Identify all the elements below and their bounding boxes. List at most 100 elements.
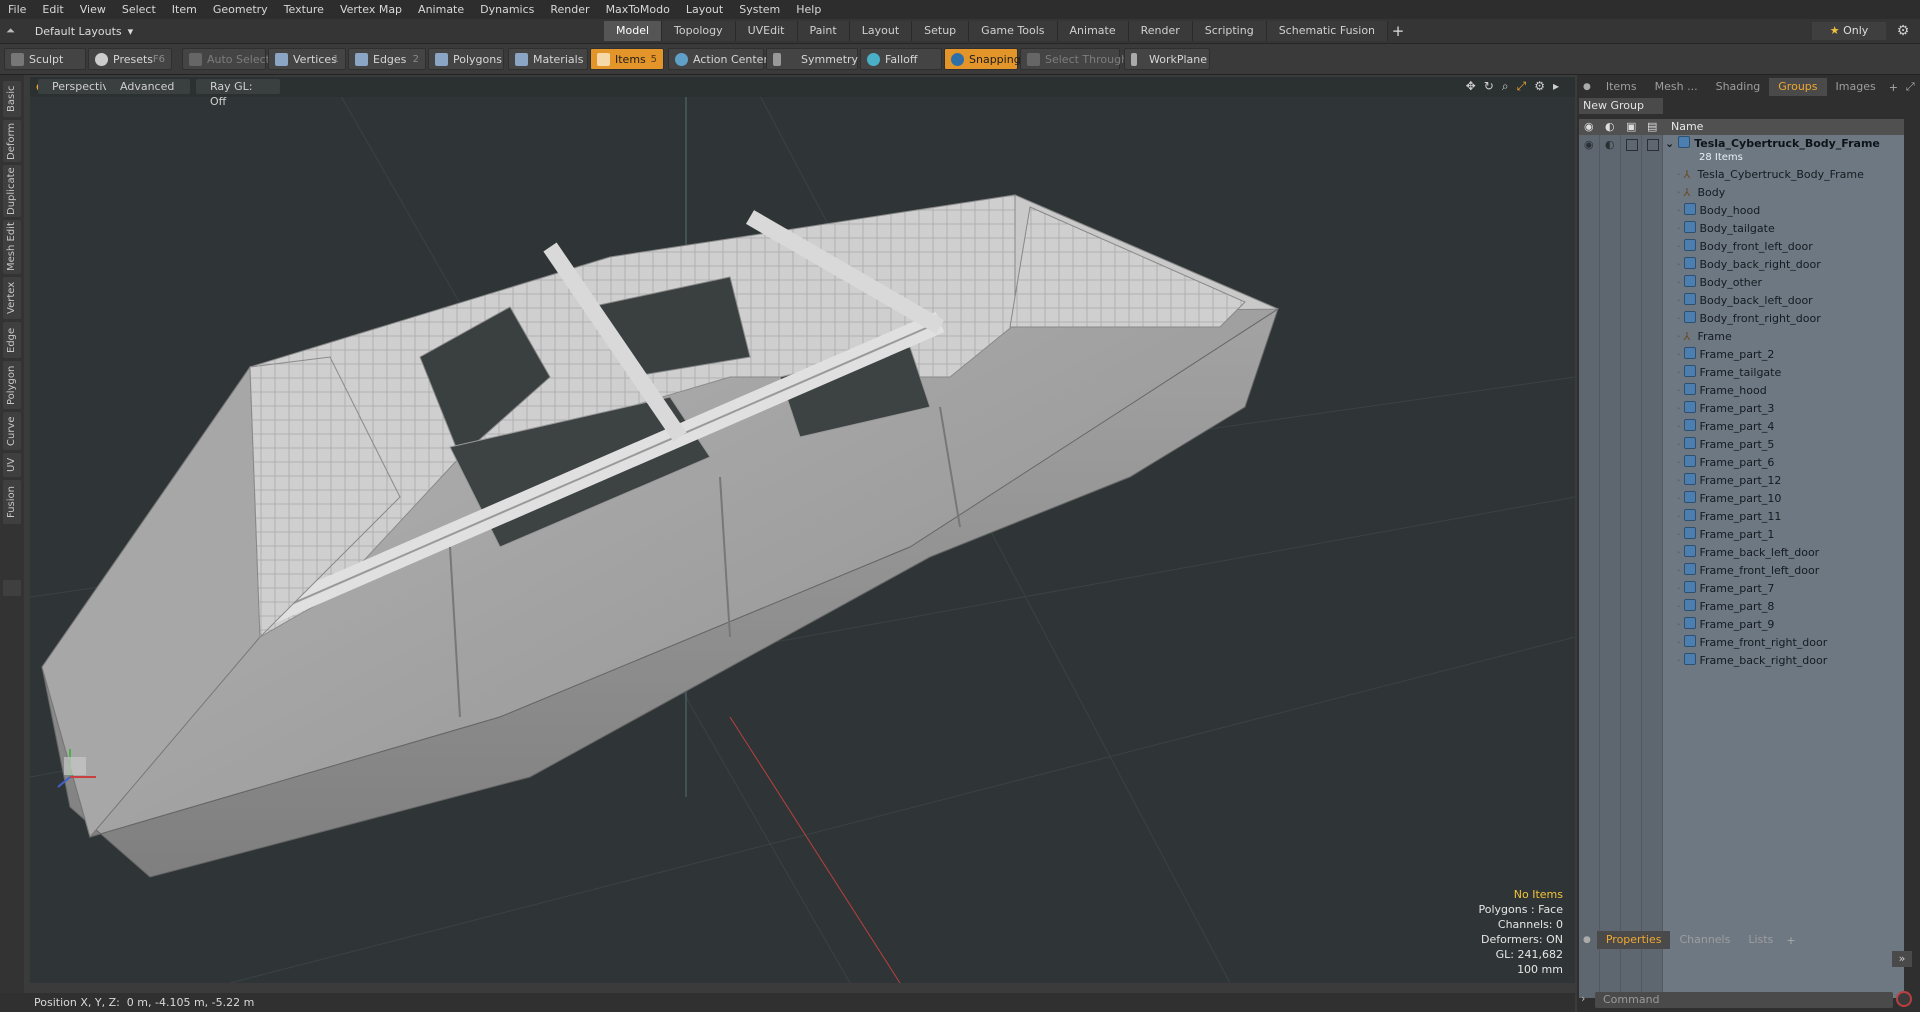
- only-button[interactable]: ★ Only: [1812, 22, 1886, 40]
- group-lock-checkbox[interactable]: [1626, 139, 1638, 151]
- tab-render[interactable]: Render: [1128, 21, 1193, 41]
- group-item-row[interactable]: · Body_other: [1677, 274, 1762, 292]
- vertices-button[interactable]: Vertices 1: [268, 48, 346, 70]
- group-item-row[interactable]: · Frame_back_right_door: [1677, 652, 1827, 670]
- menu-edit[interactable]: Edit: [34, 3, 71, 16]
- menu-help[interactable]: Help: [788, 3, 829, 16]
- group-item-row[interactable]: · Body_front_left_door: [1677, 238, 1813, 256]
- tab-layout[interactable]: Layout: [849, 21, 913, 41]
- group-item-row[interactable]: · ⅄ Body: [1677, 184, 1725, 202]
- zoom-view-icon[interactable]: ⌕: [1502, 79, 1509, 94]
- layout-dropdown[interactable]: ⏶ Default Layouts ▾: [6, 22, 133, 40]
- group-item-row[interactable]: · Body_back_right_door: [1677, 256, 1821, 274]
- menu-maxtomodo[interactable]: MaxToModo: [598, 3, 678, 16]
- tooltab-uv[interactable]: UV: [3, 453, 21, 477]
- menu-geometry[interactable]: Geometry: [205, 3, 276, 16]
- menu-render[interactable]: Render: [542, 3, 597, 16]
- group-visibility-icon[interactable]: ◉: [1584, 138, 1594, 151]
- menu-texture[interactable]: Texture: [276, 3, 332, 16]
- render-col-icon[interactable]: ◐: [1605, 120, 1615, 133]
- group-item-row[interactable]: · ⅄ Frame: [1677, 328, 1732, 346]
- tab-paint[interactable]: Paint: [797, 21, 850, 41]
- group-item-row[interactable]: · Body_hood: [1677, 202, 1760, 220]
- rotate-view-icon[interactable]: ↻: [1484, 79, 1494, 94]
- select-through-button[interactable]: Select Through: [1020, 48, 1128, 70]
- expand-panel-icon[interactable]: ⤢: [1902, 80, 1919, 94]
- group-item-row[interactable]: · Frame_back_left_door: [1677, 544, 1819, 562]
- group-item-row[interactable]: · Frame_part_4: [1677, 418, 1774, 436]
- auto-select-button[interactable]: Auto Select: [182, 48, 270, 70]
- record-icon[interactable]: [1896, 991, 1912, 1007]
- ray-gl-button[interactable]: Ray GL: Off: [196, 79, 280, 108]
- group-item-row[interactable]: · Frame_tailgate: [1677, 364, 1781, 382]
- tooltab-duplicate[interactable]: Duplicate: [3, 165, 21, 217]
- group-item-row[interactable]: · Frame_part_6: [1677, 454, 1774, 472]
- tab-model[interactable]: Model: [604, 21, 663, 41]
- visibility-col-icon[interactable]: ◉: [1584, 120, 1594, 133]
- group-item-row[interactable]: · Frame_part_9: [1677, 616, 1774, 634]
- select-col-icon[interactable]: ▤: [1647, 120, 1657, 133]
- group-select-checkbox[interactable]: [1647, 139, 1659, 151]
- tab-uvedit[interactable]: UVEdit: [735, 21, 798, 41]
- menu-select[interactable]: Select: [114, 3, 164, 16]
- tab-setup[interactable]: Setup: [912, 21, 970, 41]
- group-item-row[interactable]: · Frame_part_8: [1677, 598, 1774, 616]
- group-item-row[interactable]: · Frame_part_11: [1677, 508, 1781, 526]
- expand-arrows-icon[interactable]: »: [1892, 951, 1912, 967]
- items-button[interactable]: Items 5: [590, 48, 664, 70]
- move-view-icon[interactable]: ✥: [1466, 79, 1476, 94]
- tab-scripting[interactable]: Scripting: [1192, 21, 1267, 41]
- group-item-row[interactable]: · Frame_part_3: [1677, 400, 1774, 418]
- tab-properties[interactable]: Properties: [1596, 931, 1671, 949]
- group-item-row[interactable]: · Frame_part_5: [1677, 436, 1774, 454]
- group-item-row[interactable]: · Frame_part_12: [1677, 472, 1781, 490]
- add-panel-tab-icon[interactable]: +: [1885, 81, 1902, 94]
- tab-lists[interactable]: Lists: [1739, 931, 1782, 949]
- group-item-row[interactable]: · Frame_part_7: [1677, 580, 1774, 598]
- tab-channels[interactable]: Channels: [1670, 931, 1739, 949]
- menu-view[interactable]: View: [72, 3, 114, 16]
- group-render-icon[interactable]: ◐: [1605, 138, 1615, 151]
- group-item-row[interactable]: · Frame_front_right_door: [1677, 634, 1827, 652]
- tooltab-curve[interactable]: Curve: [3, 412, 21, 450]
- tooltab-mesh-edit[interactable]: Mesh Edit: [3, 220, 21, 274]
- play-icon[interactable]: ▸: [1553, 79, 1559, 94]
- command-input[interactable]: Command: [1595, 992, 1893, 1008]
- sculpt-button[interactable]: Sculpt: [4, 48, 86, 70]
- add-tab-button[interactable]: +: [1388, 21, 1408, 41]
- new-group-button[interactable]: New Group: [1579, 98, 1663, 114]
- group-item-row[interactable]: · Frame_part_1: [1677, 526, 1774, 544]
- tooltab-edge[interactable]: Edge: [3, 322, 21, 358]
- gear-icon[interactable]: ⚙: [1894, 22, 1912, 40]
- tab-animate[interactable]: Animate: [1057, 21, 1129, 41]
- tooltab-basic[interactable]: Basic: [3, 81, 21, 117]
- falloff-button[interactable]: Falloff: [860, 48, 942, 70]
- tab-groups[interactable]: Groups: [1769, 78, 1827, 96]
- menu-system[interactable]: System: [731, 3, 788, 16]
- materials-button[interactable]: Materials: [508, 48, 588, 70]
- menu-dynamics[interactable]: Dynamics: [472, 3, 542, 16]
- tab-images[interactable]: Images: [1827, 78, 1885, 96]
- group-item-row[interactable]: · Frame_front_left_door: [1677, 562, 1819, 580]
- workplane-button[interactable]: WorkPlane: [1124, 48, 1210, 70]
- menu-file[interactable]: File: [0, 3, 34, 16]
- menu-vertex-map[interactable]: Vertex Map: [332, 3, 410, 16]
- 3d-viewport[interactable]: ● Perspective Advanced Ray GL: Off ✥ ↻ ⌕…: [30, 77, 1575, 983]
- menu-item[interactable]: Item: [164, 3, 205, 16]
- collapse-icon[interactable]: ⌄: [1665, 137, 1674, 150]
- action-center-button[interactable]: Action Center: [668, 48, 768, 70]
- tab-schematic-fusion[interactable]: Schematic Fusion: [1266, 21, 1389, 41]
- tab-items[interactable]: Items: [1597, 78, 1646, 96]
- group-item-row[interactable]: · Frame_hood: [1677, 382, 1767, 400]
- group-item-row[interactable]: · Body_front_right_door: [1677, 310, 1821, 328]
- group-item-row[interactable]: · Body_tailgate: [1677, 220, 1775, 238]
- tooltab-vertex[interactable]: Vertex: [3, 277, 21, 319]
- add-bottom-tab-icon[interactable]: +: [1782, 934, 1799, 947]
- tooltab-deform[interactable]: Deform: [3, 120, 21, 162]
- tooltab-polygon[interactable]: Polygon: [3, 361, 21, 409]
- tooltab-fusion[interactable]: Fusion: [3, 480, 21, 524]
- lock-col-icon[interactable]: ▣: [1626, 120, 1636, 133]
- tab-shading[interactable]: Shading: [1707, 78, 1770, 96]
- tab-topology[interactable]: Topology: [662, 21, 736, 41]
- snapping-button[interactable]: Snapping: [944, 48, 1021, 70]
